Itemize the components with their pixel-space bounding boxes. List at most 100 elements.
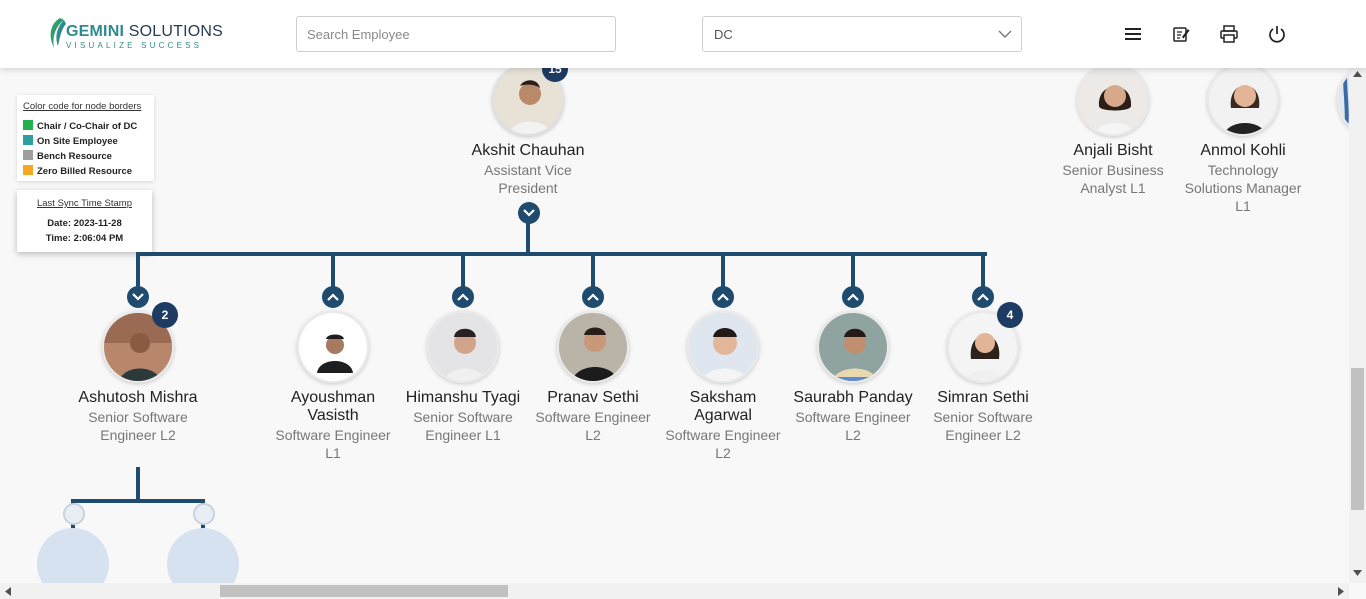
placeholder-toggle [193, 503, 215, 525]
avatar-pranav-sethi[interactable] [557, 311, 629, 383]
node-title-line: Senior Software [413, 409, 513, 425]
node-title-line: President [498, 180, 558, 196]
person-photo [1079, 66, 1147, 134]
legend-item-bench: Bench Resource [23, 150, 112, 162]
scroll-left-arrow-icon[interactable] [5, 587, 11, 596]
reportee-count-badge: 2 [152, 302, 178, 328]
node-title-line: Senior Business [1062, 162, 1164, 178]
avatar-saksham-agarwal[interactable] [687, 311, 759, 383]
company-logo[interactable]: GEMINI SOLUTIONS VISUALIZE SUCCESS [46, 16, 223, 52]
chevron-up-icon [977, 293, 989, 301]
menu-icon[interactable] [1123, 24, 1143, 44]
chevron-up-icon [327, 293, 339, 301]
reportee-count-badge: 4 [997, 302, 1023, 328]
legend-title[interactable]: Color code for node borders [23, 101, 141, 112]
logo-tagline: VISUALIZE SUCCESS [66, 41, 203, 50]
person-photo [429, 313, 497, 381]
node-title-line: Software Engineer [535, 409, 651, 425]
node-name: Akshit Chauhan [471, 142, 585, 159]
chevron-down-icon [998, 30, 1012, 38]
node-name: Saurabh Panday [793, 389, 913, 406]
avatar-anjali-bisht[interactable] [1077, 64, 1149, 136]
tree-connector [461, 252, 465, 288]
node-title-line: L1 [1235, 198, 1251, 214]
node-name: Ayoushman [290, 389, 376, 406]
node-name: Ashutosh Mishra [78, 389, 198, 406]
chevron-up-icon [717, 293, 729, 301]
node-title-line: Senior Software [88, 409, 188, 425]
sync-timestamp-card: Last Sync Time Stamp Date: 2023-11-28 Ti… [17, 190, 152, 252]
node-title-line: L2 [845, 427, 861, 443]
legend-item-chair: Chair / Co-Chair of DC [23, 120, 137, 132]
node-title-line: Engineer L1 [425, 427, 501, 443]
person-photo [1209, 66, 1277, 134]
sync-title: Last Sync Time Stamp [36, 198, 133, 209]
dc-select[interactable]: DC [702, 16, 1022, 52]
horizontal-scrollbar[interactable] [0, 583, 1349, 599]
node-name: Simran Sethi [937, 389, 1029, 406]
chevron-up-icon [457, 293, 469, 301]
avatar-ayoushman-vasisth[interactable] [297, 311, 369, 383]
print-icon[interactable] [1219, 24, 1239, 44]
node-name: Anjali Bisht [1073, 142, 1153, 159]
node-name: Himanshu Tyagi [405, 389, 521, 406]
expand-toggle[interactable] [452, 286, 474, 308]
expand-toggle[interactable] [582, 286, 604, 308]
border-color-legend: Color code for node borders Chair / Co-C… [17, 95, 154, 181]
avatar-himanshu-tyagi[interactable] [427, 311, 499, 383]
node-title-line: L2 [585, 427, 601, 443]
legend-item-onsite: On Site Employee [23, 135, 118, 147]
node-title-line: Analyst L1 [1080, 180, 1146, 196]
expand-toggle[interactable] [972, 286, 994, 308]
person-photo [819, 313, 887, 381]
legend-swatch [23, 135, 33, 145]
scroll-up-arrow-icon[interactable] [1353, 71, 1362, 77]
collapse-toggle[interactable] [127, 286, 149, 308]
person-photo [689, 313, 757, 381]
tree-connector [721, 252, 725, 288]
avatar-anmol-kohli[interactable] [1207, 64, 1279, 136]
node-name: Pranav Sethi [547, 389, 639, 406]
collapse-toggle[interactable] [518, 202, 540, 224]
avatar-saurabh-panday[interactable] [817, 311, 889, 383]
dc-select-value: DC [714, 27, 733, 42]
horizontal-scrollbar-thumb[interactable] [220, 585, 508, 597]
node-title-line: Senior Software [933, 409, 1033, 425]
tree-connector [136, 252, 987, 256]
legend-swatch [23, 150, 33, 160]
node-title-line: Software Engineer [795, 409, 911, 425]
node-title-line: Technology [1207, 162, 1279, 178]
app-header: GEMINI SOLUTIONS VISUALIZE SUCCESS DC [0, 0, 1366, 68]
vertical-scrollbar-thumb[interactable] [1351, 368, 1364, 510]
node-title-line: Engineer L2 [945, 427, 1021, 443]
legend-item-zero-billed: Zero Billed Resource [23, 165, 132, 177]
tree-connector [981, 252, 985, 288]
chevron-up-icon [587, 293, 599, 301]
tree-connector [591, 252, 595, 288]
expand-toggle[interactable] [712, 286, 734, 308]
edit-note-icon[interactable] [1171, 24, 1191, 44]
tree-connector [526, 222, 530, 256]
leaf-logo-icon [50, 18, 66, 48]
power-icon[interactable] [1267, 24, 1287, 44]
placeholder-toggle [63, 503, 85, 525]
expand-toggle[interactable] [842, 286, 864, 308]
node-title-line: L2 [715, 445, 731, 461]
sync-time: Time: 2:06:04 PM [45, 233, 124, 244]
tree-connector [136, 252, 140, 288]
sync-date: Date: 2023-11-28 [47, 218, 122, 229]
node-name: Saksham [689, 389, 757, 406]
search-employee-input[interactable] [296, 16, 616, 52]
node-name: Anmol Kohli [1200, 142, 1286, 159]
person-photo [559, 313, 627, 381]
tree-connector [136, 467, 140, 503]
chevron-down-icon [523, 209, 535, 217]
logo-name-primary: GEMINI [66, 23, 125, 40]
scroll-right-arrow-icon[interactable] [1338, 587, 1344, 596]
node-title-line: Software Engineer [275, 427, 391, 443]
scroll-down-arrow-icon[interactable] [1353, 570, 1362, 576]
node-title-line: Software Engineer [665, 427, 781, 443]
chevron-down-icon [132, 293, 144, 301]
tree-connector [851, 252, 855, 288]
expand-toggle[interactable] [322, 286, 344, 308]
